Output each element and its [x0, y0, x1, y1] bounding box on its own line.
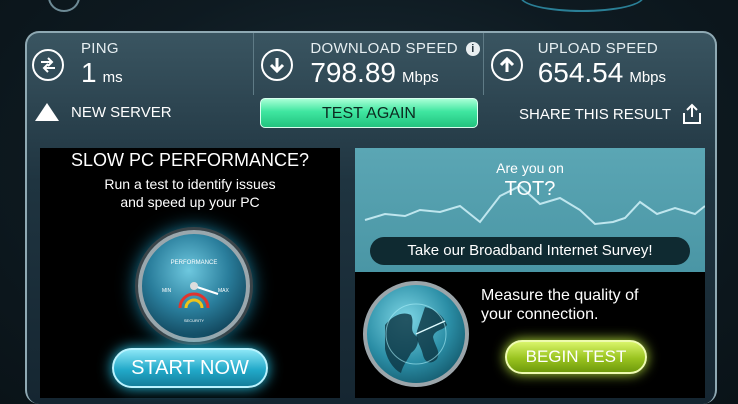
- share-icon: [683, 103, 701, 124]
- ping-value: 1 ms: [81, 57, 123, 88]
- ping-stat: PING 1 ms: [25, 33, 255, 95]
- measure-line-1: Measure the quality of: [481, 287, 639, 304]
- survey-question-1: Are you on: [496, 160, 564, 176]
- ping-icon: [32, 49, 64, 81]
- svg-text:SECURITY: SECURITY: [184, 318, 205, 323]
- svg-text:MIN: MIN: [162, 288, 172, 294]
- ad-title: SLOW PC PERFORMANCE?: [70, 150, 310, 170]
- survey-banner: Are you on TOT? Take our Broadband Inter…: [355, 148, 705, 272]
- globe-icon: [363, 281, 469, 387]
- survey-button[interactable]: Take our Broadband Internet Survey!: [370, 237, 690, 265]
- share-result-button[interactable]: SHARE THIS RESULT: [519, 103, 703, 125]
- new-server-label: NEW SERVER: [71, 103, 172, 121]
- download-label: DOWNLOAD SPEED i: [310, 40, 480, 57]
- survey-question-2: TOT?: [504, 178, 556, 200]
- start-now-button[interactable]: START NOW: [112, 348, 268, 388]
- begin-test-button[interactable]: BEGIN TEST: [505, 340, 647, 374]
- share-label: SHARE THIS RESULT: [519, 105, 671, 123]
- performance-gauge-icon: PERFORMANCE MIN MAX SECURITY: [138, 230, 250, 342]
- test-again-button[interactable]: TEST AGAIN: [260, 98, 478, 128]
- svg-text:MAX: MAX: [218, 288, 230, 294]
- ping-gauge-edge: [48, 0, 80, 12]
- triangle-icon: [35, 103, 59, 121]
- download-stat: DOWNLOAD SPEED i 798.89 Mbps: [254, 33, 484, 95]
- upload-value: 654.54 Mbps: [537, 57, 667, 88]
- new-server-button[interactable]: NEW SERVER: [35, 103, 172, 121]
- upload-stat: UPLOAD SPEED 654.54 Mbps: [484, 33, 717, 95]
- download-arrow-icon: [261, 49, 294, 81]
- action-bar: NEW SERVER TEST AGAIN SHARE THIS RESULT: [25, 97, 717, 133]
- pc-performance-ad[interactable]: SLOW PC PERFORMANCE? Run a test to ident…: [40, 148, 340, 398]
- upload-gauge-edge: [520, 0, 644, 12]
- ad-line-1: Run a test to identify issues: [104, 176, 276, 192]
- download-value: 798.89 Mbps: [310, 57, 439, 88]
- svg-text:PERFORMANCE: PERFORMANCE: [171, 260, 218, 266]
- results-stats: PING 1 ms DOWNLOAD SPEED i 798.89 Mbps UPLO…: [25, 33, 717, 95]
- broadband-survey-ad[interactable]: Are you on TOT? Take our Broadband Inter…: [355, 148, 705, 398]
- info-icon[interactable]: i: [465, 42, 480, 56]
- ping-label: PING: [81, 40, 119, 57]
- ad-line-2: and speed up your PC: [120, 194, 260, 210]
- measure-line-2: your connection.: [481, 306, 599, 323]
- upload-label: UPLOAD SPEED: [537, 40, 658, 57]
- measure-text: Measure the quality of your connection.: [481, 286, 638, 324]
- upload-arrow-icon: [490, 49, 523, 81]
